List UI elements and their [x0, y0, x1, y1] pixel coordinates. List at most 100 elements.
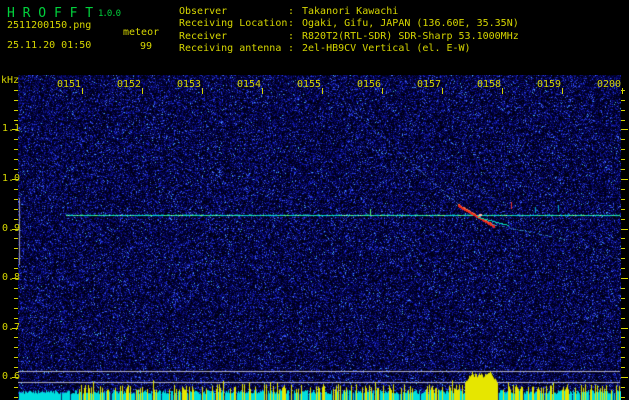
freq-tick-right: [621, 248, 625, 249]
freq-tick-right: [621, 298, 625, 299]
freq-tick-left: [12, 278, 18, 279]
freq-tick-right: [621, 258, 625, 259]
freq-tick-left: [14, 318, 18, 319]
freq-tick-right: [621, 189, 625, 190]
freq-tick-right: [621, 318, 625, 319]
freq-tick-right: [621, 238, 625, 239]
minute-tick: [322, 88, 323, 94]
time-tick-label: 0200: [597, 79, 622, 90]
freq-tick-left: [14, 347, 18, 348]
freq-tick-left: [14, 357, 18, 358]
freq-tick-left: [14, 337, 18, 338]
info-value: 2el-HB9CV Vertical (el. E-W): [302, 42, 471, 54]
freq-tick-left: [14, 308, 18, 309]
info-value: Takanori Kawachi: [302, 6, 399, 17]
freq-tick-left: [14, 189, 18, 190]
info-label: Receiving Location: [179, 18, 288, 30]
freq-tick-right: [621, 169, 625, 170]
freq-tick-right: [621, 100, 625, 101]
freq-tick-right: [621, 347, 625, 348]
mode-label: meteor: [123, 27, 160, 38]
freq-tick-left: [14, 268, 18, 269]
info-label: Receiving antenna: [179, 42, 282, 54]
freq-tick-left: [14, 199, 18, 200]
info-colon: :: [288, 30, 295, 42]
echo-count: 99: [140, 41, 153, 52]
freq-tick-left: [14, 367, 18, 368]
station-info-block: Observer: Takanori Kawachi Receiving Locat…: [179, 6, 519, 55]
minute-tick: [562, 88, 563, 94]
freq-tick-right: [621, 199, 625, 200]
freq-tick-right: [621, 120, 625, 121]
freq-tick-right: [621, 139, 625, 140]
freq-tick-left: [14, 120, 18, 121]
minute-tick: [202, 88, 203, 94]
info-row: Receiving antenna:2el-HB9CV Vertical (el…: [179, 43, 519, 55]
info-row: Receiving Location: Ogaki, Gifu, JAPAN (1…: [179, 18, 519, 30]
freq-tick-right: [621, 129, 628, 130]
time-tick-label: 0159: [537, 79, 562, 90]
time-tick-label: 0154: [237, 79, 262, 90]
freq-tick-left: [14, 219, 18, 220]
freq-tick-left: [14, 139, 18, 140]
freq-tick-left: [14, 90, 18, 91]
freq-tick-right: [621, 268, 625, 269]
freq-tick-right: [621, 357, 625, 358]
freq-tick-right: [621, 278, 628, 279]
minute-tick: [442, 88, 443, 94]
time-tick-label: 0152: [117, 79, 142, 90]
time-tick-label: 0157: [417, 79, 442, 90]
freq-tick-right: [621, 288, 625, 289]
freq-tick-left: [14, 248, 18, 249]
info-colon: :: [288, 18, 295, 30]
freq-tick-left: [12, 328, 18, 329]
info-row: Receiver: R820T2(RTL-SDR) SDR-Sharp 53.10…: [179, 31, 519, 43]
minute-tick: [382, 88, 383, 94]
freq-tick-right: [621, 209, 625, 210]
freq-axis-unit: kHz: [1, 75, 20, 86]
output-filename: 2511200150.png: [7, 20, 92, 31]
freq-tick-left: [14, 149, 18, 150]
freq-tick-left: [14, 238, 18, 239]
time-tick-label: 0155: [297, 79, 322, 90]
freq-tick-left: [14, 159, 18, 160]
freq-tick-right: [621, 328, 628, 329]
app-title: H R O F F T: [7, 6, 94, 21]
freq-tick-right: [621, 387, 625, 388]
freq-tick-right: [621, 219, 625, 220]
freq-tick-right: [621, 229, 628, 230]
info-colon: :: [288, 6, 295, 17]
freq-tick-left: [14, 298, 18, 299]
hrofft-window: H R O F F T 1.0.0 2511200150.png meteor …: [0, 0, 629, 400]
spectrogram-canvas: [18, 75, 621, 400]
freq-tick-right: [621, 397, 625, 398]
time-tick-label: 0153: [177, 79, 202, 90]
freq-tick-left: [12, 179, 18, 180]
minute-tick: [142, 88, 143, 94]
info-colon: :: [288, 42, 295, 54]
info-value: Ogaki, Gifu, JAPAN (136.60E, 35.35N): [302, 18, 519, 30]
freq-tick-left: [14, 258, 18, 259]
time-tick-label: 0158: [477, 79, 502, 90]
freq-tick-right: [621, 367, 625, 368]
minute-tick: [82, 88, 83, 94]
info-row: Observer: Takanori Kawachi: [179, 6, 519, 18]
observation-datetime: 25.11.20 01:50: [7, 40, 92, 51]
app-version: 1.0.0: [98, 9, 121, 19]
minute-tick: [502, 88, 503, 94]
freq-tick-left: [12, 377, 18, 378]
info-label: Observer: [179, 6, 228, 17]
freq-tick-left: [14, 209, 18, 210]
freq-tick-right: [621, 179, 628, 180]
freq-tick-left: [14, 100, 18, 101]
minute-tick: [262, 88, 263, 94]
freq-tick-right: [621, 377, 628, 378]
freq-tick-right: [621, 159, 625, 160]
info-value: R820T2(RTL-SDR) SDR-Sharp 53.1000MHz: [302, 30, 519, 42]
freq-tick-right: [621, 110, 625, 111]
time-tick-label: 0156: [357, 79, 382, 90]
minute-tick: [622, 88, 623, 94]
freq-tick-left: [14, 110, 18, 111]
freq-tick-left: [12, 229, 18, 230]
freq-tick-right: [621, 149, 625, 150]
